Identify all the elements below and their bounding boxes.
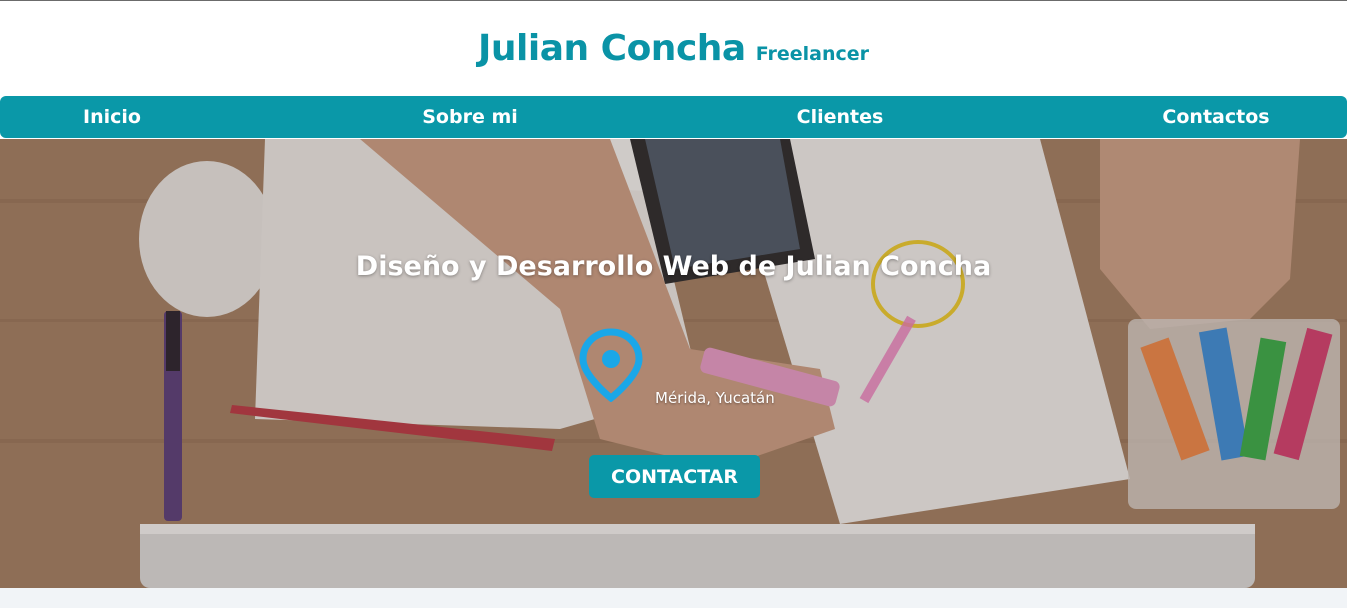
location-pin-icon bbox=[579, 328, 643, 402]
contactar-button[interactable]: CONTACTAR bbox=[589, 455, 760, 498]
hero-overlay bbox=[0, 139, 1347, 588]
next-section-edge bbox=[0, 588, 1347, 608]
site-title: Julian Concha bbox=[478, 28, 746, 69]
location-text: Mérida, Yucatán bbox=[655, 389, 775, 407]
main-nav: Inicio Sobre mi Clientes Contactos bbox=[0, 96, 1347, 138]
nav-item-sobre-mi[interactable]: Sobre mi bbox=[422, 106, 518, 128]
hero-title: Diseño y Desarrollo Web de Julian Concha bbox=[355, 251, 992, 282]
brand[interactable]: Julian Concha Freelancer bbox=[478, 28, 869, 69]
nav-item-contactos[interactable]: Contactos bbox=[1162, 106, 1269, 128]
nav-item-inicio[interactable]: Inicio bbox=[83, 106, 141, 128]
nav-item-clientes[interactable]: Clientes bbox=[797, 106, 884, 128]
hero-banner: Diseño y Desarrollo Web de Julian Concha… bbox=[0, 139, 1347, 588]
site-tagline: Freelancer bbox=[755, 43, 869, 65]
site-header: Julian Concha Freelancer bbox=[0, 1, 1347, 96]
